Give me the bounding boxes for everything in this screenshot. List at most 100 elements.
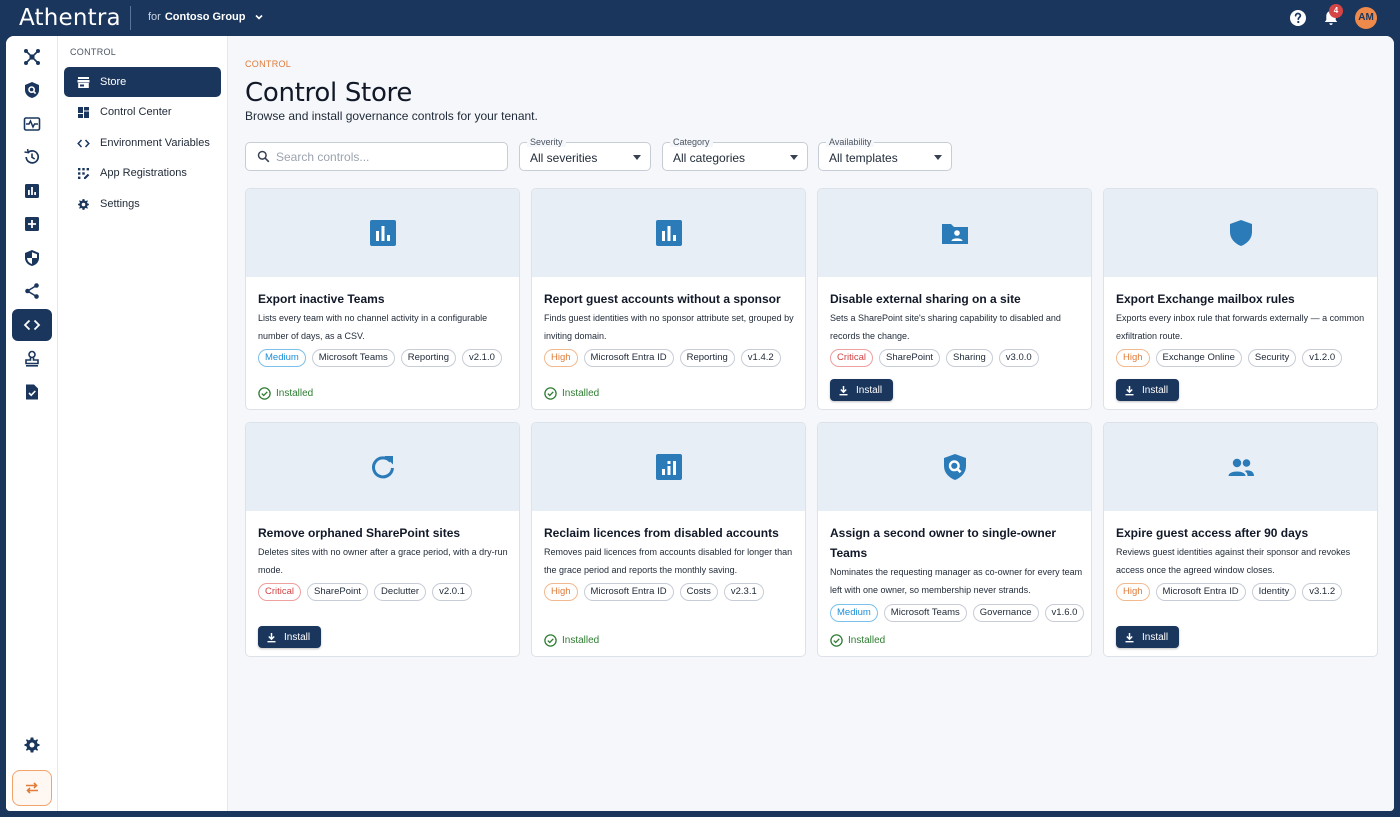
refresh-icon (371, 456, 394, 479)
rail-item-history[interactable] (12, 141, 52, 173)
version-badge: v1.6.0 (1044, 604, 1085, 622)
code-icon (77, 138, 90, 148)
tag-chip: Microsoft Entra ID (583, 349, 674, 367)
app-logo[interactable]: Athentra (19, 5, 121, 31)
tag-chip: SharePoint (879, 349, 941, 367)
availability-label: Availability (826, 137, 875, 147)
install-button[interactable]: Install (1116, 379, 1180, 401)
version-badge: v2.3.1 (723, 583, 764, 601)
subnav-item-store[interactable]: Store (64, 67, 221, 97)
monitor-heart-icon (23, 117, 41, 131)
subnav-item-app-registrations[interactable]: App Registrations (64, 158, 221, 188)
install-button[interactable]: Install (1116, 626, 1180, 648)
folder-shared-icon (941, 224, 968, 244)
security-icon (25, 250, 39, 266)
check-circle-icon (830, 634, 843, 647)
control-card[interactable]: Disable external sharing on a site Sets … (817, 188, 1092, 410)
control-card[interactable]: Assign a second owner to single-owner Te… (817, 422, 1092, 657)
category-value: All categories (673, 151, 746, 165)
logo-divider (130, 6, 131, 30)
card-banner (1104, 189, 1377, 277)
rail-item-policy-search[interactable] (12, 74, 52, 106)
tag-chip: Sharing (946, 349, 993, 367)
rail-item-add[interactable] (12, 208, 52, 240)
control-card[interactable]: Export Exchange mailbox rules Exports ev… (1103, 188, 1378, 410)
card-title: Export Exchange mailbox rules (1116, 292, 1295, 306)
version-badge: v1.2.0 (1302, 349, 1343, 367)
rail-item-tasks[interactable] (12, 376, 52, 408)
installed-label: Installed (276, 388, 314, 399)
installed-status: Installed (830, 634, 885, 647)
control-card[interactable]: Report guest accounts without a sponsor … (531, 188, 806, 410)
icon-rail (6, 36, 58, 811)
download-icon (839, 385, 848, 395)
subnav-item-control-center[interactable]: Control Center (64, 97, 221, 127)
shield-icon (1229, 220, 1252, 246)
severity-badge: Medium (258, 349, 306, 367)
install-button[interactable]: Install (830, 379, 894, 401)
check-circle-icon (258, 387, 271, 400)
version-badge: v3.1.2 (1302, 583, 1343, 601)
avatar[interactable]: AM (1355, 7, 1377, 29)
tag-chip: Microsoft Teams (883, 604, 967, 622)
card-banner (246, 423, 519, 511)
severity-select[interactable]: Severity All severities (519, 137, 651, 171)
severity-badge: High (544, 583, 578, 601)
subnav-item-settings[interactable]: Settings (64, 189, 221, 219)
card-title: Remove orphaned SharePoint sites (258, 526, 461, 540)
rail-item-security[interactable] (12, 242, 52, 274)
search-box (245, 142, 508, 171)
control-card[interactable]: Expire guest access after 90 days Review… (1103, 422, 1378, 657)
card-tags: High Microsoft Entra ID Reporting v1.4.2 (544, 349, 781, 367)
installed-label: Installed (562, 635, 600, 646)
rail-item-approvals[interactable] (12, 343, 52, 375)
availability-select[interactable]: Availability All templates (818, 137, 952, 171)
tag-chip: Declutter (374, 583, 427, 601)
rail-item-monitoring[interactable] (12, 108, 52, 140)
check-circle-icon (544, 634, 557, 647)
swap-icon (26, 782, 38, 794)
severity-badge: Critical (258, 583, 302, 601)
top-bar: Athentra for Contoso Group 4 AM (0, 0, 1400, 36)
installed-label: Installed (848, 635, 886, 646)
help-icon[interactable] (1288, 8, 1308, 28)
control-card[interactable]: Reclaim licences from disabled accounts … (531, 422, 806, 657)
subnav-title: CONTROL (70, 47, 117, 57)
rail-item-share[interactable] (12, 275, 52, 307)
control-card[interactable]: Export inactive Teams Lists every team w… (245, 188, 520, 410)
severity-badge: High (544, 349, 578, 367)
card-description: Removes paid licences from accounts disa… (544, 547, 793, 575)
subnav-item-environment-variables[interactable]: Environment Variables (64, 128, 221, 158)
search-input[interactable] (276, 149, 496, 164)
version-badge: v1.4.2 (740, 349, 781, 367)
notification-badge: 4 (1329, 4, 1343, 18)
bar-chart-icon (25, 184, 39, 198)
tag-chip: Costs (679, 583, 718, 601)
rail-item-settings[interactable] (12, 729, 52, 761)
tag-chip: Security (1247, 349, 1297, 367)
install-button[interactable]: Install (258, 626, 322, 648)
control-card[interactable]: Remove orphaned SharePoint sites Deletes… (245, 422, 520, 657)
switch-workspace-button[interactable] (12, 770, 52, 806)
subnav-item-label: App Registrations (100, 167, 187, 179)
severity-label: Severity (527, 137, 566, 147)
tenant-switcher[interactable]: for Contoso Group (148, 11, 264, 23)
card-description: Nominates the requesting manager as co-o… (830, 567, 1083, 595)
dashboard-icon (78, 106, 89, 118)
category-select[interactable]: Category All categories (662, 137, 808, 171)
card-banner (1104, 423, 1377, 511)
shield-search-icon (25, 82, 39, 98)
shield-search-icon (943, 454, 966, 480)
card-title: Report guest accounts without a sponsor (544, 292, 781, 306)
card-banner (532, 189, 805, 277)
rail-item-control[interactable] (12, 309, 52, 341)
rail-item-hub[interactable] (12, 41, 52, 73)
card-tags: High Microsoft Entra ID Identity v3.1.2 (1116, 583, 1343, 601)
install-label: Install (284, 631, 311, 643)
tag-chip: Reporting (679, 349, 735, 367)
version-badge: v2.1.0 (461, 349, 502, 367)
rail-item-reports[interactable] (12, 175, 52, 207)
settings-icon (78, 198, 89, 210)
analytics-icon (655, 454, 682, 480)
app-frame: CONTROL Store Control Center Environment… (6, 36, 1394, 811)
